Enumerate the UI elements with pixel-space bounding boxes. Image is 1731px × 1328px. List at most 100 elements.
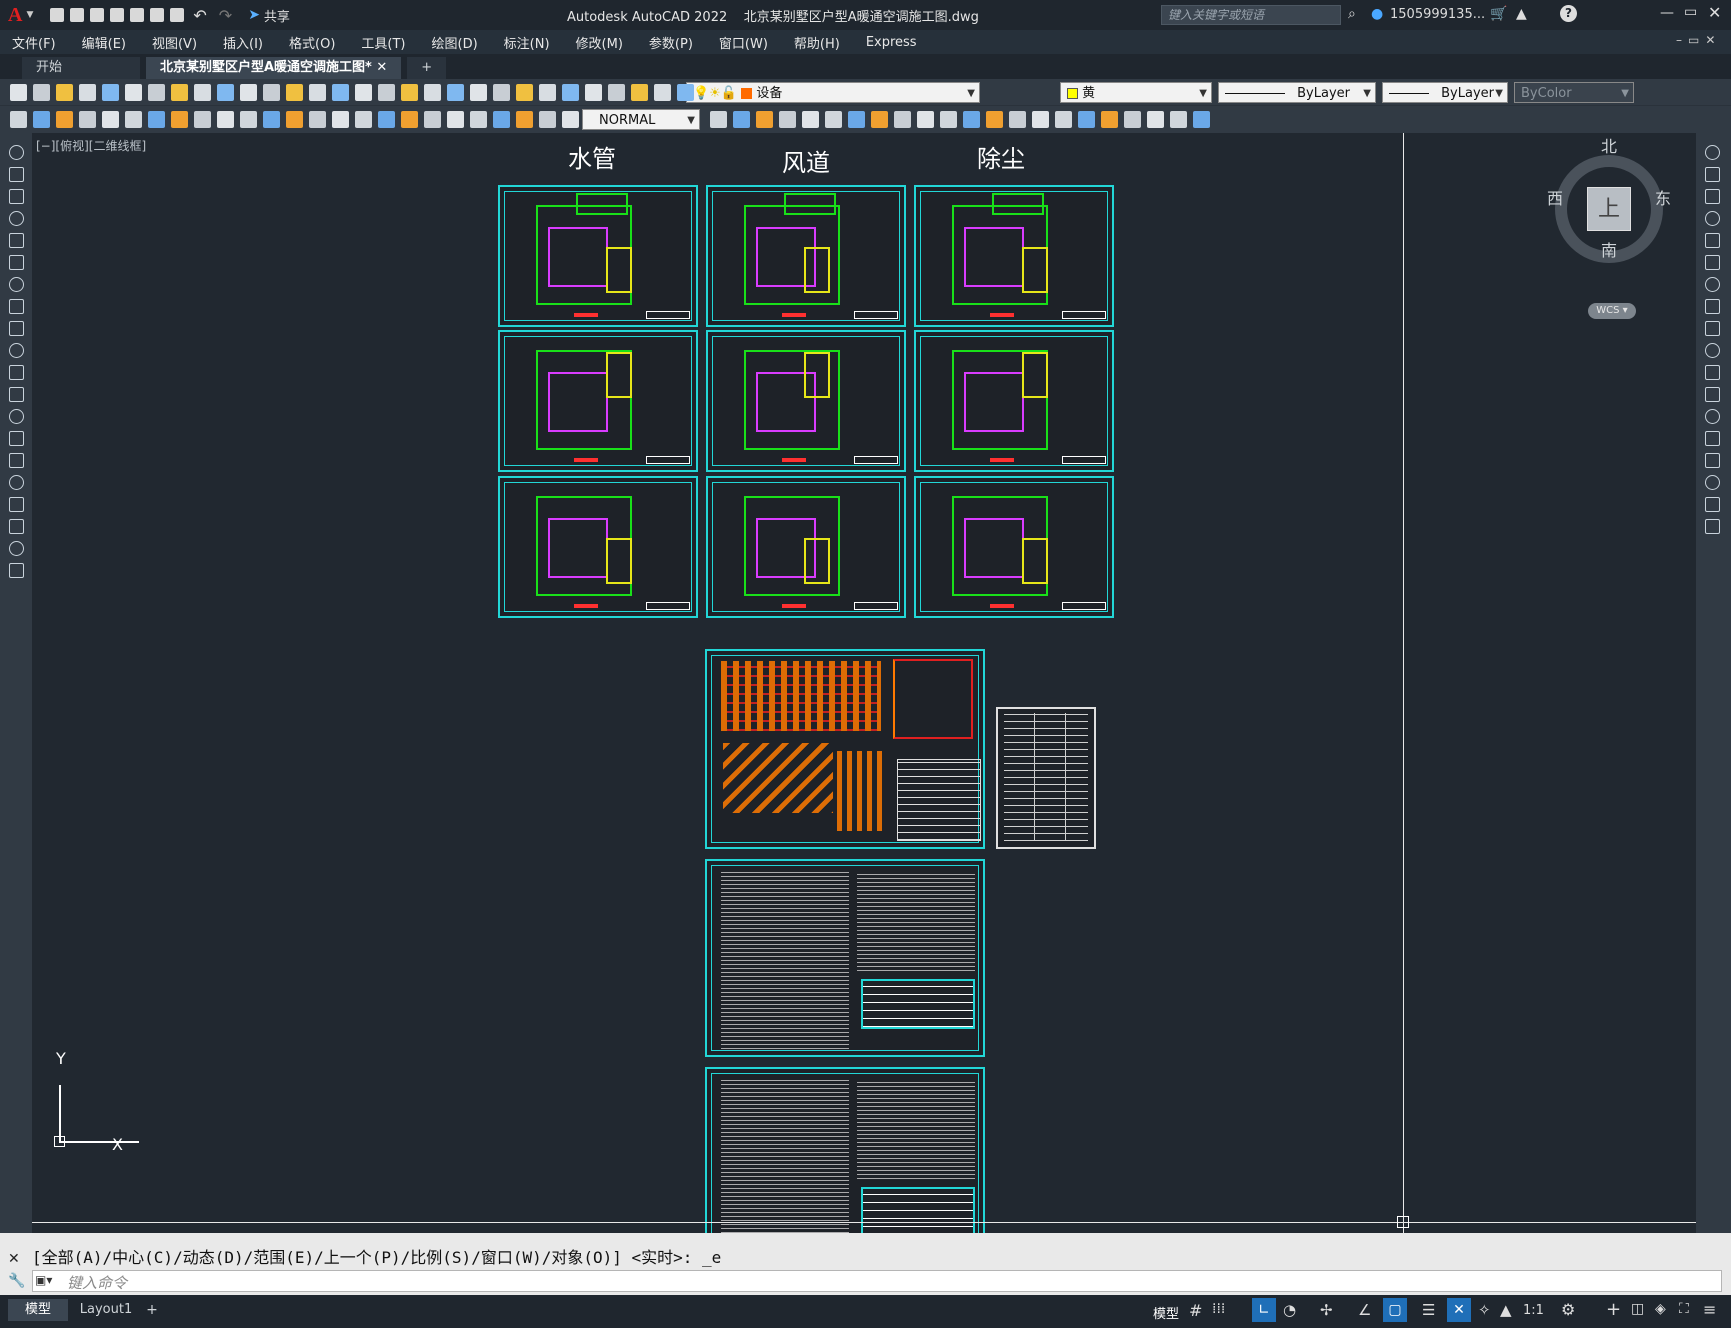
toolbar-tool-icon[interactable]: [733, 111, 750, 128]
system-diagram-sheet[interactable]: [705, 649, 985, 849]
close-icon[interactable]: ✕: [1708, 3, 1721, 22]
toolbar-tool-icon[interactable]: [125, 84, 142, 101]
app-menu-chevron-icon[interactable]: ▼: [26, 10, 33, 20]
toolbar-tool-icon[interactable]: [1055, 111, 1072, 128]
annotation-visibility-icon[interactable]: ✧: [1478, 1301, 1491, 1319]
toolbar-tool-icon[interactable]: [10, 84, 27, 101]
doc-window-controls[interactable]: –▭✕: [1676, 33, 1721, 47]
redo-icon[interactable]: ↷: [219, 6, 232, 25]
toolbar-tool-icon[interactable]: [378, 111, 395, 128]
toolbar-tool-icon[interactable]: [1147, 111, 1164, 128]
toolbar-tool-icon[interactable]: [539, 111, 556, 128]
compass-north[interactable]: 北: [1601, 133, 1617, 157]
draw-tool-icon[interactable]: [9, 519, 24, 534]
osnap-icon[interactable]: ▢: [1383, 1298, 1407, 1322]
floor-plan-sheet[interactable]: [706, 185, 906, 327]
floor-plan-sheet[interactable]: [914, 330, 1114, 472]
menu-item-4[interactable]: 格式(O): [289, 33, 335, 52]
toolbar-tool-icon[interactable]: [355, 84, 372, 101]
dimstyle-dropdown[interactable]: NORMAL ▼: [582, 109, 700, 130]
plot-icon[interactable]: [170, 8, 185, 22]
draw-tool-icon[interactable]: [9, 211, 24, 226]
cart-icon[interactable]: 🛒: [1490, 6, 1507, 22]
lineweight-dropdown[interactable]: ByLayer ▼: [1382, 82, 1508, 103]
undo-icon[interactable]: ↶: [193, 6, 206, 25]
modify-tool-icon[interactable]: [1705, 233, 1720, 248]
compass-east[interactable]: 东: [1655, 185, 1671, 209]
modify-tool-icon[interactable]: [1705, 167, 1720, 182]
toolbar-tool-icon[interactable]: [585, 84, 602, 101]
modify-tool-icon[interactable]: [1705, 211, 1720, 226]
menu-item-10[interactable]: 窗口(W): [719, 33, 768, 52]
design-notes-sheet-1[interactable]: [705, 859, 985, 1057]
toolbar-tool-icon[interactable]: [33, 84, 50, 101]
floor-plan-sheet[interactable]: [914, 476, 1114, 618]
toolbar-tool-icon[interactable]: [631, 84, 648, 101]
modify-tool-icon[interactable]: [1705, 365, 1720, 380]
floor-plan-sheet[interactable]: [498, 476, 698, 618]
toolbar-tool-icon[interactable]: [217, 84, 234, 101]
menu-item-5[interactable]: 工具(T): [361, 33, 405, 52]
toolbar-tool-icon[interactable]: [562, 84, 579, 101]
save-icon[interactable]: [90, 8, 105, 22]
toolbar-tool-icon[interactable]: [1101, 111, 1118, 128]
floor-plan-sheet[interactable]: [498, 185, 698, 327]
plotstyle-dropdown[interactable]: ByColor ▼: [1514, 82, 1634, 103]
grid-icon[interactable]: #: [1189, 1301, 1202, 1320]
toolbar-tool-icon[interactable]: [1032, 111, 1049, 128]
toolbar-tool-icon[interactable]: [401, 111, 418, 128]
modify-tool-icon[interactable]: [1705, 255, 1720, 270]
modify-tool-icon[interactable]: [1705, 321, 1720, 336]
toolbar-tool-icon[interactable]: [756, 111, 773, 128]
toolbar-tool-icon[interactable]: [917, 111, 934, 128]
draw-tool-icon[interactable]: [9, 233, 24, 248]
annotation-autoscale-icon[interactable]: ▲: [1500, 1301, 1512, 1319]
toolbar-tool-icon[interactable]: [779, 111, 796, 128]
toolbar-tool-icon[interactable]: [677, 84, 694, 101]
floor-plan-sheet[interactable]: [498, 330, 698, 472]
draw-tool-icon[interactable]: [9, 431, 24, 446]
draw-tool-icon[interactable]: [9, 475, 24, 490]
toolbar-tool-icon[interactable]: [470, 84, 487, 101]
toolbar-tool-icon[interactable]: [10, 111, 27, 128]
toolbar-tool-icon[interactable]: [470, 111, 487, 128]
toolbar-tool-icon[interactable]: [194, 84, 211, 101]
draw-tool-icon[interactable]: [9, 343, 24, 358]
toolbar-tool-icon[interactable]: [516, 111, 533, 128]
modify-tool-icon[interactable]: [1705, 343, 1720, 358]
layer-dropdown[interactable]: 💡☀🔓 设备 ▼: [686, 82, 980, 103]
isodraft-icon[interactable]: ✢: [1320, 1301, 1333, 1319]
layout-tab-layout1[interactable]: Layout1: [72, 1299, 140, 1321]
annotation-scale-value[interactable]: 1:1: [1523, 1303, 1544, 1318]
modify-tool-icon[interactable]: [1705, 277, 1720, 292]
menu-item-6[interactable]: 绘图(D): [432, 33, 478, 52]
lineweight-icon[interactable]: ☰: [1422, 1301, 1435, 1319]
toolbar-tool-icon[interactable]: [332, 84, 349, 101]
toolbar-tool-icon[interactable]: [102, 84, 119, 101]
toolbar-tool-icon[interactable]: [286, 84, 303, 101]
new-file-icon[interactable]: [50, 8, 65, 22]
toolbar-tool-icon[interactable]: [539, 84, 556, 101]
toolbar-tool-icon[interactable]: [378, 84, 395, 101]
toolbar-tool-icon[interactable]: [608, 84, 625, 101]
menu-item-9[interactable]: 参数(P): [649, 33, 693, 52]
toolbar-tool-icon[interactable]: [125, 111, 142, 128]
toolbar-tool-icon[interactable]: [217, 111, 234, 128]
modify-tool-icon[interactable]: [1705, 453, 1720, 468]
draw-tool-icon[interactable]: [9, 365, 24, 380]
modify-tool-icon[interactable]: [1705, 519, 1720, 534]
menu-item-1[interactable]: 编辑(E): [82, 33, 126, 52]
autodesk-app-icon[interactable]: ▲: [1516, 6, 1527, 22]
add-layout-button[interactable]: +: [142, 1299, 162, 1321]
toolbar-tool-icon[interactable]: [963, 111, 980, 128]
modify-tool-icon[interactable]: [1705, 431, 1720, 446]
search-icon[interactable]: ⌕: [1348, 6, 1356, 22]
toolbar-tool-icon[interactable]: [194, 111, 211, 128]
toolbar-tool-icon[interactable]: [240, 111, 257, 128]
command-settings-icon[interactable]: 🔧: [8, 1273, 25, 1289]
toolbar-tool-icon[interactable]: [424, 84, 441, 101]
floor-plan-sheet[interactable]: [914, 185, 1114, 327]
save-web-icon[interactable]: [150, 8, 165, 22]
modify-tool-icon[interactable]: [1705, 497, 1720, 512]
draw-tool-icon[interactable]: [9, 497, 24, 512]
